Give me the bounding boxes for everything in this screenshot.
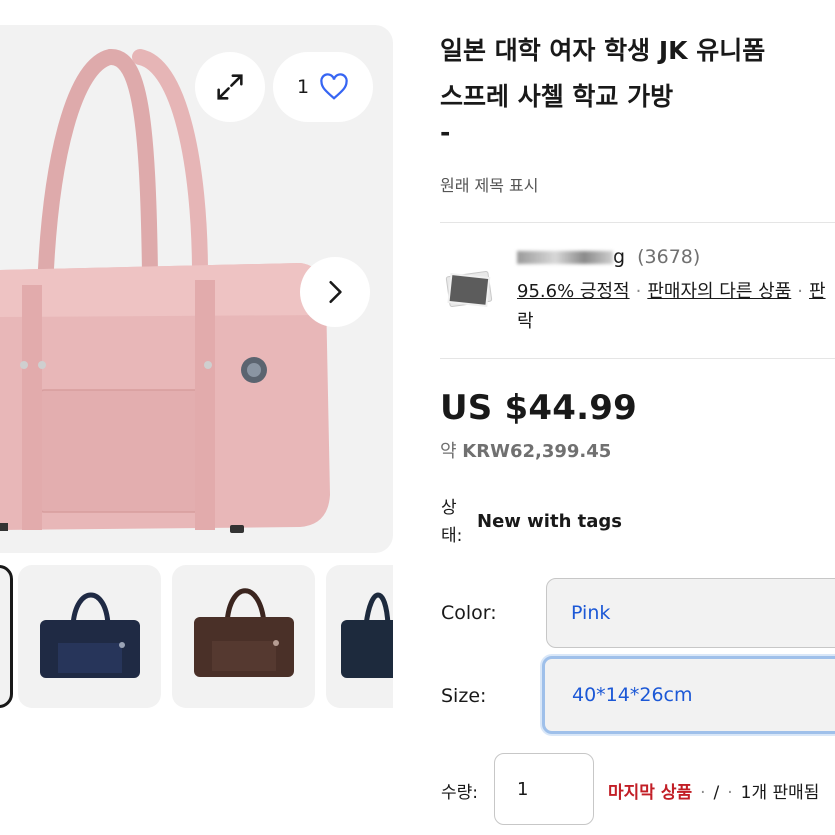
show-original-title-link[interactable]: 원래 제목 표시 xyxy=(440,172,539,196)
contact-seller-link[interactable]: 판 xyxy=(809,281,826,302)
size-selected-value: 40*14*26cm xyxy=(572,684,693,706)
condition-label: 상태: xyxy=(441,498,463,546)
chevron-right-icon xyxy=(329,280,342,304)
last-item-badge: 마지막 상품 xyxy=(608,783,693,803)
quantity-separator: / xyxy=(713,783,720,803)
thumbnail-strip xyxy=(0,565,393,710)
color-selected-value: Pink xyxy=(571,602,611,624)
seller-name-redacted xyxy=(517,251,613,264)
item-title-line1: 일본 대학 여자 학생 JK 유니폼 xyxy=(440,36,766,65)
seller-feedback-count: (3678) xyxy=(637,246,701,268)
separator-dot: · xyxy=(700,783,706,803)
thumbnail-dark-navy-image xyxy=(341,592,393,678)
thumbnail-dark-navy[interactable] xyxy=(326,565,393,708)
color-label: Color: xyxy=(441,602,497,624)
thumbnail-brown[interactable] xyxy=(172,565,315,708)
heart-icon xyxy=(320,73,348,100)
item-title-dash: - xyxy=(440,118,451,147)
item-title-line2: 스프레 사첼 학교 가방 xyxy=(440,82,674,111)
expand-icon xyxy=(217,74,243,100)
watch-count: 1 xyxy=(296,76,310,98)
seller-other-items-link[interactable]: 판매자의 다른 상품 xyxy=(647,281,791,302)
approx-prefix: 약 xyxy=(440,441,457,462)
divider xyxy=(440,222,835,223)
thumbnail-pink-image xyxy=(0,568,10,705)
quantity-input[interactable]: 1 xyxy=(494,753,594,825)
watch-button[interactable]: 1 xyxy=(273,52,373,122)
converted-price: 약 KRW62,399.45 xyxy=(440,437,611,463)
separator-dot: · xyxy=(635,281,642,302)
seller-name-visible: g xyxy=(613,246,626,268)
item-title: 일본 대학 여자 학생 JK 유니폼 스프레 사첼 학교 가방 xyxy=(440,28,835,120)
item-price: US $44.99 xyxy=(440,388,637,428)
condition-value: New with tags xyxy=(477,511,623,532)
expand-image-button[interactable] xyxy=(195,52,265,122)
thumbnail-pink[interactable] xyxy=(0,565,13,708)
main-product-image[interactable]: 1 xyxy=(0,25,393,553)
sold-count: 1개 판매됨 xyxy=(740,783,820,803)
color-select[interactable]: Pink xyxy=(546,578,835,648)
quantity-value: 1 xyxy=(517,778,529,800)
divider xyxy=(440,358,835,359)
quantity-availability: 마지막 상품 · / · 1개 판매됨 xyxy=(608,778,819,803)
thumbnail-brown-image xyxy=(194,588,294,677)
seller-positive-feedback-link[interactable]: 95.6% 긍정적 xyxy=(517,281,630,302)
product-page: 1 일본 대학 여자 학생 JK 유니폼 스프레 사첼 학교 가방 - 원래 제… xyxy=(0,0,835,835)
separator-dot: · xyxy=(727,783,733,803)
seller-links: 95.6% 긍정적 · 판매자의 다른 상품 · 판 xyxy=(517,276,835,307)
size-select[interactable]: 40*14*26cm xyxy=(542,656,835,734)
seller-avatar-icon xyxy=(445,270,493,308)
size-label: Size: xyxy=(441,685,487,707)
seller-name-link[interactable]: g (3678) xyxy=(517,246,700,268)
separator-dot: · xyxy=(797,281,803,302)
thumbnail-navy-image xyxy=(40,592,140,678)
quantity-label: 수량: xyxy=(441,783,479,803)
approx-value: KRW62,399.45 xyxy=(462,441,612,462)
next-image-button[interactable] xyxy=(300,257,370,327)
thumbnail-navy[interactable] xyxy=(18,565,161,708)
contact-seller-link-wrap[interactable]: 락 xyxy=(517,306,534,337)
